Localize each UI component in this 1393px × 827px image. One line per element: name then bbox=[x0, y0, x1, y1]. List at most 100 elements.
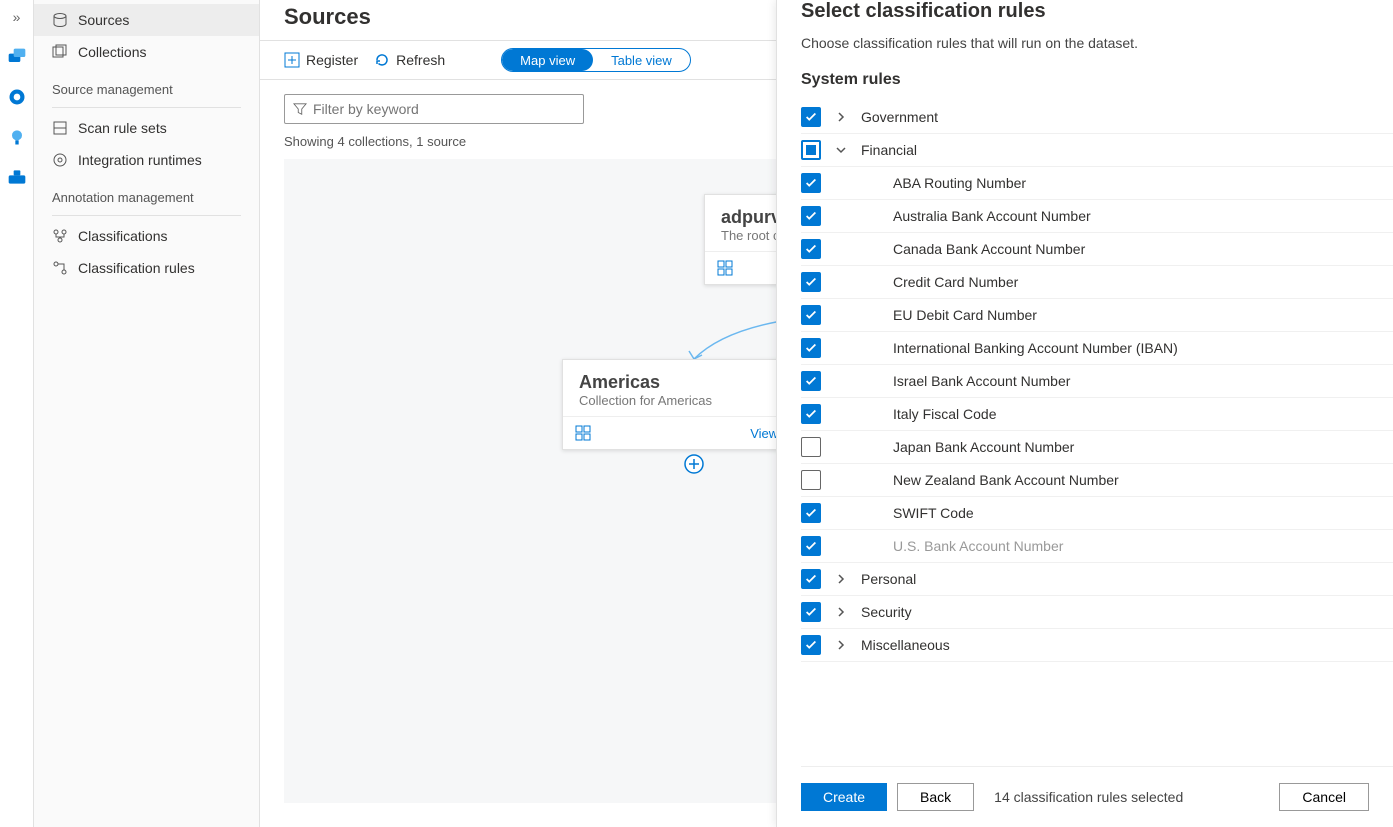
rule-group-row[interactable]: Personal bbox=[801, 563, 1393, 596]
rule-child-label: EU Debit Card Number bbox=[893, 307, 1037, 323]
main-content: Sources Register Refresh Map view Table … bbox=[260, 0, 1393, 827]
sidebar-heading-source-mgmt: Source management bbox=[34, 68, 259, 103]
refresh-label: Refresh bbox=[396, 52, 445, 68]
checkbox[interactable] bbox=[801, 173, 821, 193]
sidebar-item-sources[interactable]: Sources bbox=[34, 4, 259, 36]
checkbox[interactable] bbox=[801, 371, 821, 391]
rule-child-row[interactable]: New Zealand Bank Account Number bbox=[801, 464, 1393, 497]
sidebar-item-classification-rules[interactable]: Classification rules bbox=[34, 252, 259, 284]
register-icon bbox=[284, 52, 300, 68]
create-button[interactable]: Create bbox=[801, 783, 887, 811]
map-view-button[interactable]: Map view bbox=[502, 49, 593, 71]
rule-child-row[interactable]: Japan Bank Account Number bbox=[801, 431, 1393, 464]
rule-child-label: New Zealand Bank Account Number bbox=[893, 472, 1119, 488]
add-collection-icon[interactable] bbox=[684, 454, 704, 474]
icon-rail: » bbox=[0, 0, 34, 827]
cancel-button[interactable]: Cancel bbox=[1279, 783, 1369, 811]
rule-group-label: Financial bbox=[861, 142, 917, 158]
checkbox[interactable] bbox=[801, 107, 821, 127]
rail-insights-icon[interactable] bbox=[6, 126, 28, 148]
filter-input[interactable] bbox=[313, 101, 575, 117]
register-button[interactable]: Register bbox=[284, 52, 358, 68]
sidebar: Sources Collections Source management Sc… bbox=[34, 0, 260, 827]
rule-group-row[interactable]: Government bbox=[801, 101, 1393, 134]
checkbox[interactable] bbox=[801, 338, 821, 358]
expand-toggle[interactable] bbox=[829, 573, 853, 585]
rule-group-row[interactable]: Financial bbox=[801, 134, 1393, 167]
rule-group-label: Security bbox=[861, 604, 912, 620]
rule-child-row[interactable]: Australia Bank Account Number bbox=[801, 200, 1393, 233]
scan-icon bbox=[52, 120, 68, 136]
view-toggle: Map view Table view bbox=[501, 48, 691, 72]
create-label: Create bbox=[823, 789, 865, 805]
checkbox[interactable] bbox=[801, 239, 821, 259]
checkbox[interactable] bbox=[801, 305, 821, 325]
checkbox[interactable] bbox=[801, 635, 821, 655]
sidebar-item-label: Sources bbox=[78, 12, 129, 28]
expand-rail-icon[interactable]: » bbox=[6, 6, 28, 28]
collection-card-americas[interactable]: Americas Collection for Americas View d bbox=[562, 359, 802, 450]
rule-child-row[interactable]: ABA Routing Number bbox=[801, 167, 1393, 200]
expand-toggle[interactable] bbox=[829, 639, 853, 651]
rule-child-row[interactable]: EU Debit Card Number bbox=[801, 299, 1393, 332]
checkbox[interactable] bbox=[801, 569, 821, 589]
checkbox[interactable] bbox=[801, 272, 821, 292]
table-view-button[interactable]: Table view bbox=[593, 49, 690, 71]
back-label: Back bbox=[920, 789, 951, 805]
rule-group-row[interactable]: Miscellaneous bbox=[801, 629, 1393, 662]
classification-rules-icon bbox=[52, 260, 68, 276]
sidebar-item-label: Classification rules bbox=[78, 260, 195, 276]
sidebar-item-label: Classifications bbox=[78, 228, 167, 244]
checkbox[interactable] bbox=[801, 206, 821, 226]
expand-toggle[interactable] bbox=[829, 606, 853, 618]
rule-group-label: Government bbox=[861, 109, 938, 125]
sidebar-item-classifications[interactable]: Classifications bbox=[34, 220, 259, 252]
rule-child-row[interactable]: SWIFT Code bbox=[801, 497, 1393, 530]
rail-management-icon[interactable] bbox=[6, 166, 28, 188]
collections-icon bbox=[52, 44, 68, 60]
rule-child-label: ABA Routing Number bbox=[893, 175, 1026, 191]
sidebar-item-integration-runtimes[interactable]: Integration runtimes bbox=[34, 144, 259, 176]
rule-child-row[interactable]: Canada Bank Account Number bbox=[801, 233, 1393, 266]
checkbox[interactable] bbox=[801, 503, 821, 523]
back-button[interactable]: Back bbox=[897, 783, 974, 811]
runtime-icon bbox=[52, 152, 68, 168]
rule-child-row[interactable]: International Banking Account Number (IB… bbox=[801, 332, 1393, 365]
checkbox[interactable] bbox=[801, 404, 821, 424]
sidebar-item-scan-rule-sets[interactable]: Scan rule sets bbox=[34, 112, 259, 144]
sidebar-heading-annotation-mgmt: Annotation management bbox=[34, 176, 259, 211]
rule-child-row[interactable]: Italy Fiscal Code bbox=[801, 398, 1393, 431]
sources-grid-icon bbox=[717, 260, 733, 276]
checkbox[interactable] bbox=[801, 437, 821, 457]
checkbox[interactable] bbox=[801, 536, 821, 556]
data-source-icon bbox=[52, 12, 68, 28]
table-view-label: Table view bbox=[611, 53, 672, 68]
rule-group-label: Personal bbox=[861, 571, 916, 587]
map-view-label: Map view bbox=[520, 53, 575, 68]
rule-child-row[interactable]: U.S. Bank Account Number bbox=[801, 530, 1393, 563]
sidebar-item-collections[interactable]: Collections bbox=[34, 36, 259, 68]
panel-subtitle: Choose classification rules that will ru… bbox=[801, 35, 1393, 71]
rule-child-label: International Banking Account Number (IB… bbox=[893, 340, 1178, 356]
cancel-label: Cancel bbox=[1302, 789, 1346, 805]
sources-grid-icon bbox=[575, 425, 591, 441]
panel-title: Select classification rules bbox=[801, 0, 1393, 35]
rule-child-label: SWIFT Code bbox=[893, 505, 974, 521]
rule-group-label: Miscellaneous bbox=[861, 637, 950, 653]
rail-scan-icon[interactable] bbox=[6, 86, 28, 108]
sidebar-item-label: Collections bbox=[78, 44, 146, 60]
checkbox[interactable] bbox=[801, 602, 821, 622]
card-subtitle: Collection for Americas bbox=[579, 393, 785, 408]
rail-data-map-icon[interactable] bbox=[6, 46, 28, 68]
card-title: Americas bbox=[579, 372, 785, 393]
rule-group-row[interactable]: Security bbox=[801, 596, 1393, 629]
rules-list: Government Financial ABA Routing Number Aus… bbox=[801, 101, 1393, 754]
checkbox[interactable] bbox=[801, 470, 821, 490]
expand-toggle[interactable] bbox=[829, 144, 853, 156]
checkbox[interactable] bbox=[801, 140, 821, 160]
refresh-icon bbox=[374, 52, 390, 68]
expand-toggle[interactable] bbox=[829, 111, 853, 123]
rule-child-row[interactable]: Israel Bank Account Number bbox=[801, 365, 1393, 398]
rule-child-row[interactable]: Credit Card Number bbox=[801, 266, 1393, 299]
refresh-button[interactable]: Refresh bbox=[374, 52, 445, 68]
